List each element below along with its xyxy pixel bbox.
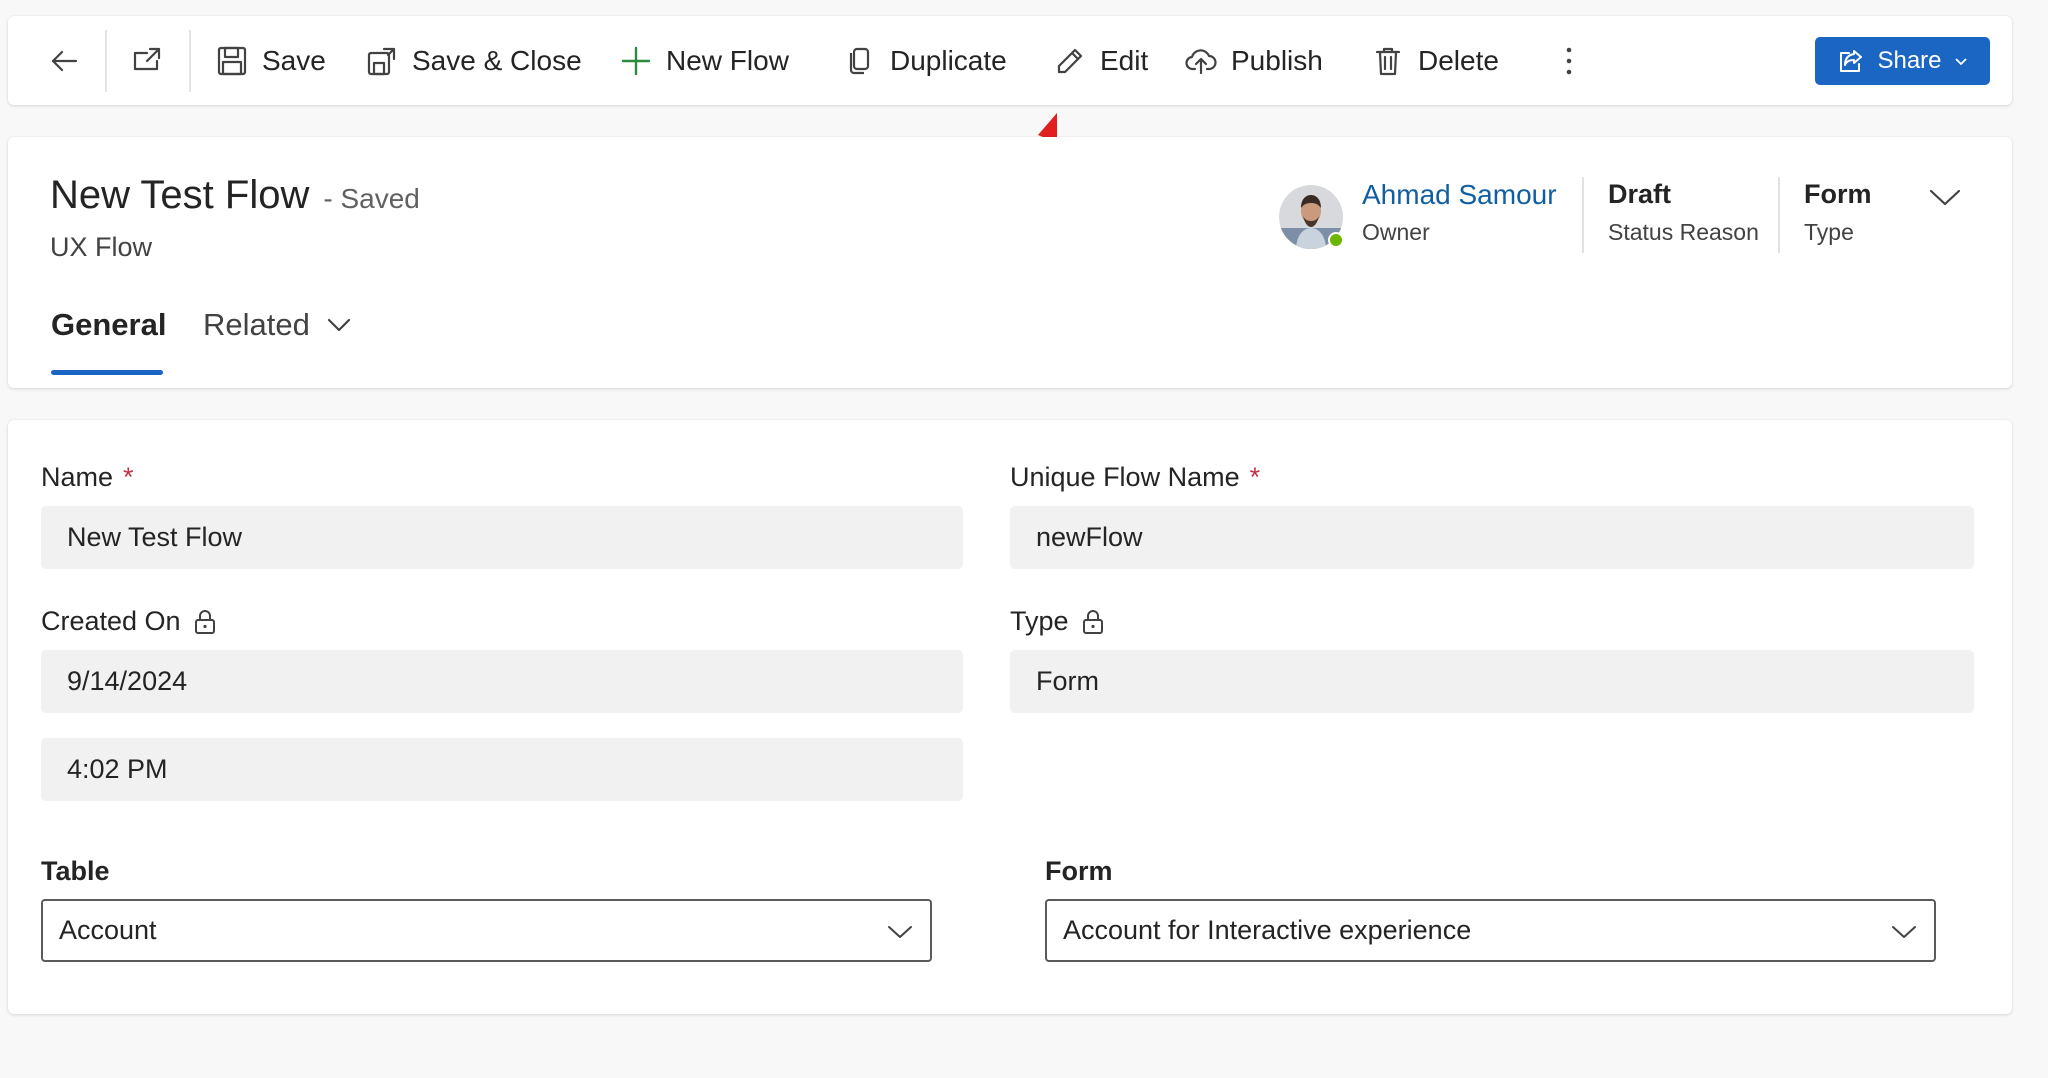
unique-name-label: Unique Flow Name <box>1010 462 1240 492</box>
new-flow-button[interactable]: New Flow <box>620 16 789 105</box>
record-title: New Test Flow <box>50 173 310 217</box>
type-label: Type <box>1804 219 1854 245</box>
open-in-new-window-button[interactable] <box>131 16 177 105</box>
divider <box>1582 177 1584 253</box>
created-on-time: 4:02 PM <box>67 754 168 784</box>
delete-button[interactable]: Delete <box>1372 16 1499 105</box>
form-value: Account for Interactive experience <box>1063 915 1472 945</box>
form-label: Form <box>1045 856 1113 886</box>
duplicate-label: Duplicate <box>890 44 1007 76</box>
trash-icon <box>1375 47 1401 75</box>
unique-name-label-row: Unique Flow Name * <box>1010 462 1260 493</box>
table-select[interactable]: Account <box>41 899 932 962</box>
owner-link[interactable]: Ahmad Samour <box>1362 179 1557 211</box>
arrow-left-icon <box>51 50 78 71</box>
required-indicator: * <box>123 462 134 492</box>
tab-general[interactable]: General <box>51 307 166 343</box>
chevron-down-icon <box>1892 926 1916 938</box>
created-on-time-field: 4:02 PM <box>41 738 963 801</box>
presence-online-icon <box>1328 232 1344 248</box>
table-value: Account <box>59 915 157 945</box>
publish-label: Publish <box>1231 44 1323 76</box>
name-label: Name <box>41 462 114 492</box>
share-button[interactable]: Share <box>1815 37 1990 85</box>
form-section: Name * New Test Flow Unique Flow Name * … <box>8 420 2012 1014</box>
name-label-row: Name * <box>41 462 134 493</box>
chevron-down-icon <box>1954 58 1967 66</box>
save-close-icon <box>367 47 396 75</box>
save-icon <box>217 46 247 75</box>
delete-label: Delete <box>1418 44 1499 76</box>
entity-type: UX Flow <box>50 232 153 262</box>
status-label: Status Reason <box>1608 219 1759 245</box>
form-select[interactable]: Account for Interactive experience <box>1045 899 1936 962</box>
table-label: Table <box>41 856 110 886</box>
more-commands-button[interactable] <box>1553 16 1599 105</box>
owner-label: Owner <box>1362 219 1430 245</box>
share-label: Share <box>1877 47 1942 74</box>
tab-selected-indicator <box>51 370 163 375</box>
created-on-date-field: 9/14/2024 <box>41 650 963 713</box>
new-flow-label: New Flow <box>666 44 789 76</box>
save-status: - Saved <box>323 183 420 214</box>
save-button[interactable]: Save <box>216 16 326 105</box>
required-indicator: * <box>1249 462 1261 492</box>
unique-name-value: newFlow <box>1036 522 1143 552</box>
duplicate-icon <box>849 47 870 74</box>
created-on-label: Created On <box>41 606 181 636</box>
avatar[interactable] <box>1278 184 1344 250</box>
divider <box>189 30 191 92</box>
type-field: Form <box>1010 650 1974 713</box>
divider <box>1778 177 1780 253</box>
created-on-date: 9/14/2024 <box>67 666 188 696</box>
save-close-label: Save & Close <box>412 44 582 76</box>
created-on-label-row: Created On <box>41 606 217 637</box>
tab-related[interactable]: Related <box>203 307 352 343</box>
divider <box>105 30 107 92</box>
chevron-down-icon <box>888 926 912 938</box>
cloud-upload-icon <box>1185 48 1217 74</box>
edit-label: Edit <box>1100 44 1149 76</box>
back-button[interactable] <box>48 16 94 105</box>
record-header: New Test Flow - Saved UX Flow Ahmad Samo… <box>8 137 2012 388</box>
header-expand-button[interactable] <box>1928 185 1962 214</box>
publish-button[interactable]: Publish <box>1185 16 1323 105</box>
type-field-label: Type <box>1010 606 1069 636</box>
status-value: Draft <box>1608 179 1672 209</box>
pencil-icon <box>1057 48 1083 73</box>
plus-icon <box>621 46 651 75</box>
tab-related-label: Related <box>203 307 310 342</box>
more-vertical-icon <box>1566 47 1572 74</box>
unique-name-field[interactable]: newFlow <box>1010 506 1974 569</box>
command-bar: Save Save & Close New Flow Duplicate Edi… <box>8 16 2012 105</box>
lock-icon <box>194 609 215 634</box>
duplicate-button[interactable]: Duplicate <box>844 16 1007 105</box>
share-icon <box>1840 50 1863 72</box>
type-value: Form <box>1804 179 1872 209</box>
chevron-down-icon <box>327 318 350 332</box>
name-value: New Test Flow <box>67 522 243 552</box>
save-and-close-button[interactable]: Save & Close <box>366 16 582 105</box>
type-label-row: Type <box>1010 606 1105 637</box>
open-in-new-window-icon <box>133 47 161 70</box>
chevron-down-icon <box>1929 189 1961 206</box>
type-field-value: Form <box>1036 666 1099 696</box>
record-title-row: New Test Flow - Saved <box>50 173 420 218</box>
edit-button[interactable]: Edit <box>1054 16 1148 105</box>
save-label: Save <box>262 44 326 76</box>
lock-icon <box>1082 609 1103 634</box>
name-field[interactable]: New Test Flow <box>41 506 963 569</box>
